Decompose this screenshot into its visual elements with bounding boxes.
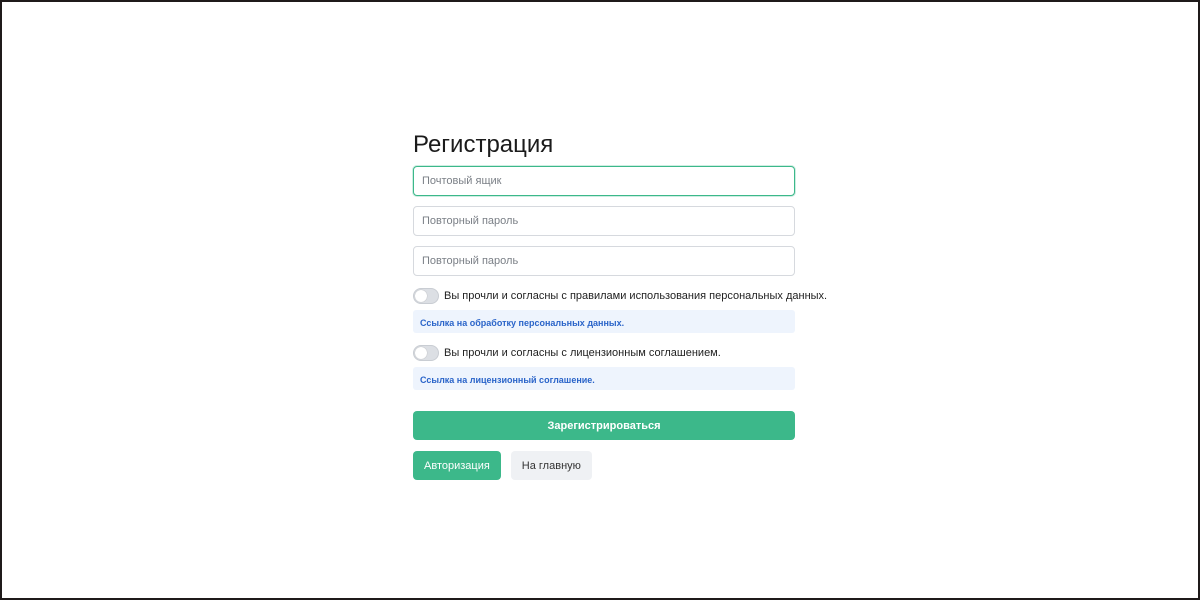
password-field[interactable]	[413, 206, 795, 236]
toggle-knob	[415, 290, 427, 302]
toggle-knob	[415, 347, 427, 359]
license-link-box: Ссылка на лицензионный соглашение.	[413, 367, 795, 390]
personal-data-link[interactable]: Ссылка на обработку персональных данных.	[420, 318, 624, 328]
window-frame: Регистрация Вы прочли и согласны с прави…	[0, 0, 1200, 600]
personal-data-agreement: Вы прочли и согласны с правилами использ…	[413, 287, 827, 305]
home-button[interactable]: На главную	[510, 451, 592, 480]
page-title: Регистрация	[413, 131, 554, 158]
license-label: Вы прочли и согласны с лицензионным согл…	[444, 347, 721, 359]
login-button[interactable]: Авторизация	[413, 451, 501, 480]
email-field[interactable]	[413, 166, 795, 196]
personal-data-link-box: Ссылка на обработку персональных данных.	[413, 310, 795, 333]
register-button[interactable]: Зарегистрироваться	[413, 411, 795, 440]
license-toggle[interactable]	[413, 345, 439, 361]
secondary-actions: Авторизация На главную	[413, 451, 795, 480]
personal-data-toggle[interactable]	[413, 288, 439, 304]
license-link[interactable]: Ссылка на лицензионный соглашение.	[420, 375, 595, 385]
personal-data-label: Вы прочли и согласны с правилами использ…	[444, 290, 828, 302]
license-agreement: Вы прочли и согласны с лицензионным согл…	[413, 344, 795, 362]
password-repeat-field[interactable]	[413, 246, 795, 276]
registration-form: Регистрация Вы прочли и согласны с прави…	[413, 130, 827, 480]
